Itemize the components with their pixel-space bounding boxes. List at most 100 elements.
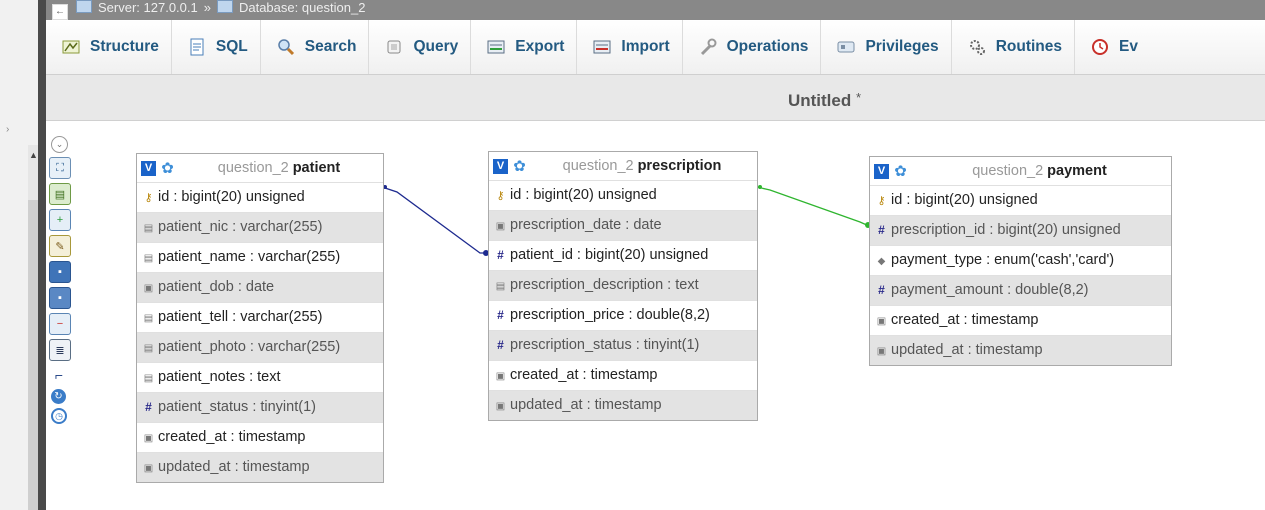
table-row[interactable]: # prescription_id : bigint(20) unsigned	[870, 215, 1171, 245]
table-header[interactable]: V ✿ question_2 payment	[870, 157, 1171, 185]
table-row[interactable]: ⚷ id : bigint(20) unsigned	[489, 180, 757, 210]
save-page-icon[interactable]: ▪	[49, 261, 71, 283]
column-text-icon: ▤	[143, 253, 154, 264]
fullscreen-icon[interactable]: ⛶	[49, 157, 71, 179]
column-date-icon: ▣	[495, 401, 506, 412]
column-label: patient_status : tinyint(1)	[158, 399, 316, 415]
toggle-columns-icon[interactable]: V	[493, 158, 508, 174]
relation-prescription-payment[interactable]	[756, 186, 870, 227]
table-row[interactable]: # prescription_price : double(8,2)	[489, 300, 757, 330]
table-prescription[interactable]: V ✿ question_2 prescription ⚷ id : bigint…	[488, 151, 758, 421]
column-enum-icon: ◆	[877, 256, 886, 267]
table-header[interactable]: V ✿ question_2 patient	[137, 154, 383, 182]
table-row[interactable]: ▣ created_at : timestamp	[137, 422, 383, 452]
new-page-icon[interactable]: +	[49, 209, 71, 231]
column-label: id : bigint(20) unsigned	[510, 187, 657, 203]
collapse-handle-icon[interactable]: ›	[6, 124, 9, 135]
table-row[interactable]: ▣ created_at : timestamp	[870, 305, 1171, 335]
tab-routines[interactable]: Routines	[952, 20, 1075, 74]
export-schema-icon[interactable]: ≣	[49, 339, 71, 361]
query-icon	[385, 38, 403, 56]
tab-query[interactable]: Query	[369, 20, 472, 74]
breadcrumb-separator: »	[203, 0, 211, 15]
wrench-icon	[699, 38, 717, 56]
events-icon	[1091, 38, 1109, 56]
scrollbar-thumb[interactable]	[28, 200, 38, 510]
table-row[interactable]: # patient_id : bigint(20) unsigned	[489, 240, 757, 270]
table-row[interactable]: ▤ patient_name : varchar(255)	[137, 242, 383, 272]
toggle-columns-icon[interactable]: V	[141, 160, 156, 176]
column-label: patient_dob : date	[158, 279, 275, 295]
table-name: prescription	[637, 158, 722, 174]
column-date-icon: ▣	[876, 346, 887, 357]
toggle-columns-icon[interactable]: V	[874, 163, 889, 179]
table-row[interactable]: ▤ patient_notes : text	[137, 362, 383, 392]
gear-icon[interactable]: ✿	[893, 163, 908, 180]
table-db-name: question_2	[562, 158, 634, 174]
breadcrumb-server[interactable]: Server: 127.0.0.1	[98, 0, 198, 15]
column-label: patient_name : varchar(255)	[158, 249, 341, 265]
delete-page-icon[interactable]: −	[49, 313, 71, 335]
tab-operations[interactable]: Operations	[683, 20, 822, 74]
breadcrumb-database[interactable]: Database: question_2	[239, 0, 365, 15]
column-label: prescription_price : double(8,2)	[510, 307, 710, 323]
column-label: prescription_date : date	[510, 217, 662, 233]
back-arrow-icon[interactable]: ←	[52, 4, 68, 20]
table-row[interactable]: ▤ patient_tell : varchar(255)	[137, 302, 383, 332]
column-key-icon: ⚷	[144, 192, 153, 204]
help-icon[interactable]: ◷	[51, 408, 67, 424]
table-row[interactable]: # payment_amount : double(8,2)	[870, 275, 1171, 305]
tab-structure-label: Structure	[90, 38, 159, 55]
column-numeric-icon: #	[497, 308, 504, 322]
add-tables-icon[interactable]: ▤	[49, 183, 71, 205]
save-as-icon[interactable]: ▪	[49, 287, 71, 309]
table-row[interactable]: ▣ created_at : timestamp	[489, 360, 757, 390]
table-row[interactable]: ▣ updated_at : timestamp	[489, 390, 757, 420]
table-payment[interactable]: V ✿ question_2 payment ⚷ id : bigint(20) …	[869, 156, 1172, 366]
column-label: created_at : timestamp	[158, 429, 306, 445]
gear-icon[interactable]: ✿	[160, 160, 175, 177]
gear-icon[interactable]: ✿	[512, 158, 527, 175]
column-label: payment_type : enum('cash','card')	[891, 252, 1115, 268]
table-header[interactable]: V ✿ question_2 prescription	[489, 152, 757, 180]
tab-privileges-label: Privileges	[865, 38, 939, 55]
relation-line-icon[interactable]: ⌐	[49, 365, 69, 385]
column-label: created_at : timestamp	[891, 312, 1039, 328]
routines-icon	[968, 38, 986, 56]
privileges-icon	[837, 38, 855, 56]
column-label: patient_nic : varchar(255)	[158, 219, 323, 235]
tab-sql[interactable]: SQL	[172, 20, 261, 74]
column-numeric-icon: #	[497, 338, 504, 352]
tab-export[interactable]: Export	[471, 20, 578, 74]
database-icon	[216, 0, 233, 13]
reload-icon[interactable]: ↻	[51, 389, 66, 404]
table-row[interactable]: ▤ patient_photo : varchar(255)	[137, 332, 383, 362]
table-row[interactable]: ▤ patient_nic : varchar(255)	[137, 212, 383, 242]
table-row[interactable]: ▣ prescription_date : date	[489, 210, 757, 240]
column-date-icon: ▣	[495, 221, 506, 232]
tab-structure[interactable]: Structure	[46, 20, 172, 74]
tab-search[interactable]: Search	[261, 20, 370, 74]
edit-page-icon[interactable]: ✎	[49, 235, 71, 257]
collapse-icon[interactable]: ⌄	[51, 136, 68, 153]
table-patient[interactable]: V ✿ question_2 patient ⚷ id : bigint(20) …	[136, 153, 384, 483]
tab-privileges[interactable]: Privileges	[821, 20, 952, 74]
table-row[interactable]: ▣ patient_dob : date	[137, 272, 383, 302]
table-row[interactable]: ▤ prescription_description : text	[489, 270, 757, 300]
table-row[interactable]: # patient_status : tinyint(1)	[137, 392, 383, 422]
column-label: created_at : timestamp	[510, 367, 658, 383]
table-row[interactable]: ▣ updated_at : timestamp	[870, 335, 1171, 365]
table-row[interactable]: ⚷ id : bigint(20) unsigned	[137, 182, 383, 212]
table-row[interactable]: ◆ payment_type : enum('cash','card')	[870, 245, 1171, 275]
tab-bar: Structure SQL Search Query Export Import…	[46, 20, 1265, 75]
column-key-icon: ⚷	[496, 190, 505, 202]
relation-patient-prescription[interactable]	[381, 186, 486, 254]
table-row[interactable]: # prescription_status : tinyint(1)	[489, 330, 757, 360]
tab-events[interactable]: Ev	[1075, 20, 1150, 74]
export-icon	[487, 38, 505, 56]
scroll-up-icon[interactable]: ▲	[29, 150, 38, 160]
table-row[interactable]: ▣ updated_at : timestamp	[137, 452, 383, 482]
table-row[interactable]: ⚷ id : bigint(20) unsigned	[870, 185, 1171, 215]
tab-import[interactable]: Import	[577, 20, 683, 74]
column-text-icon: ▤	[143, 343, 154, 354]
